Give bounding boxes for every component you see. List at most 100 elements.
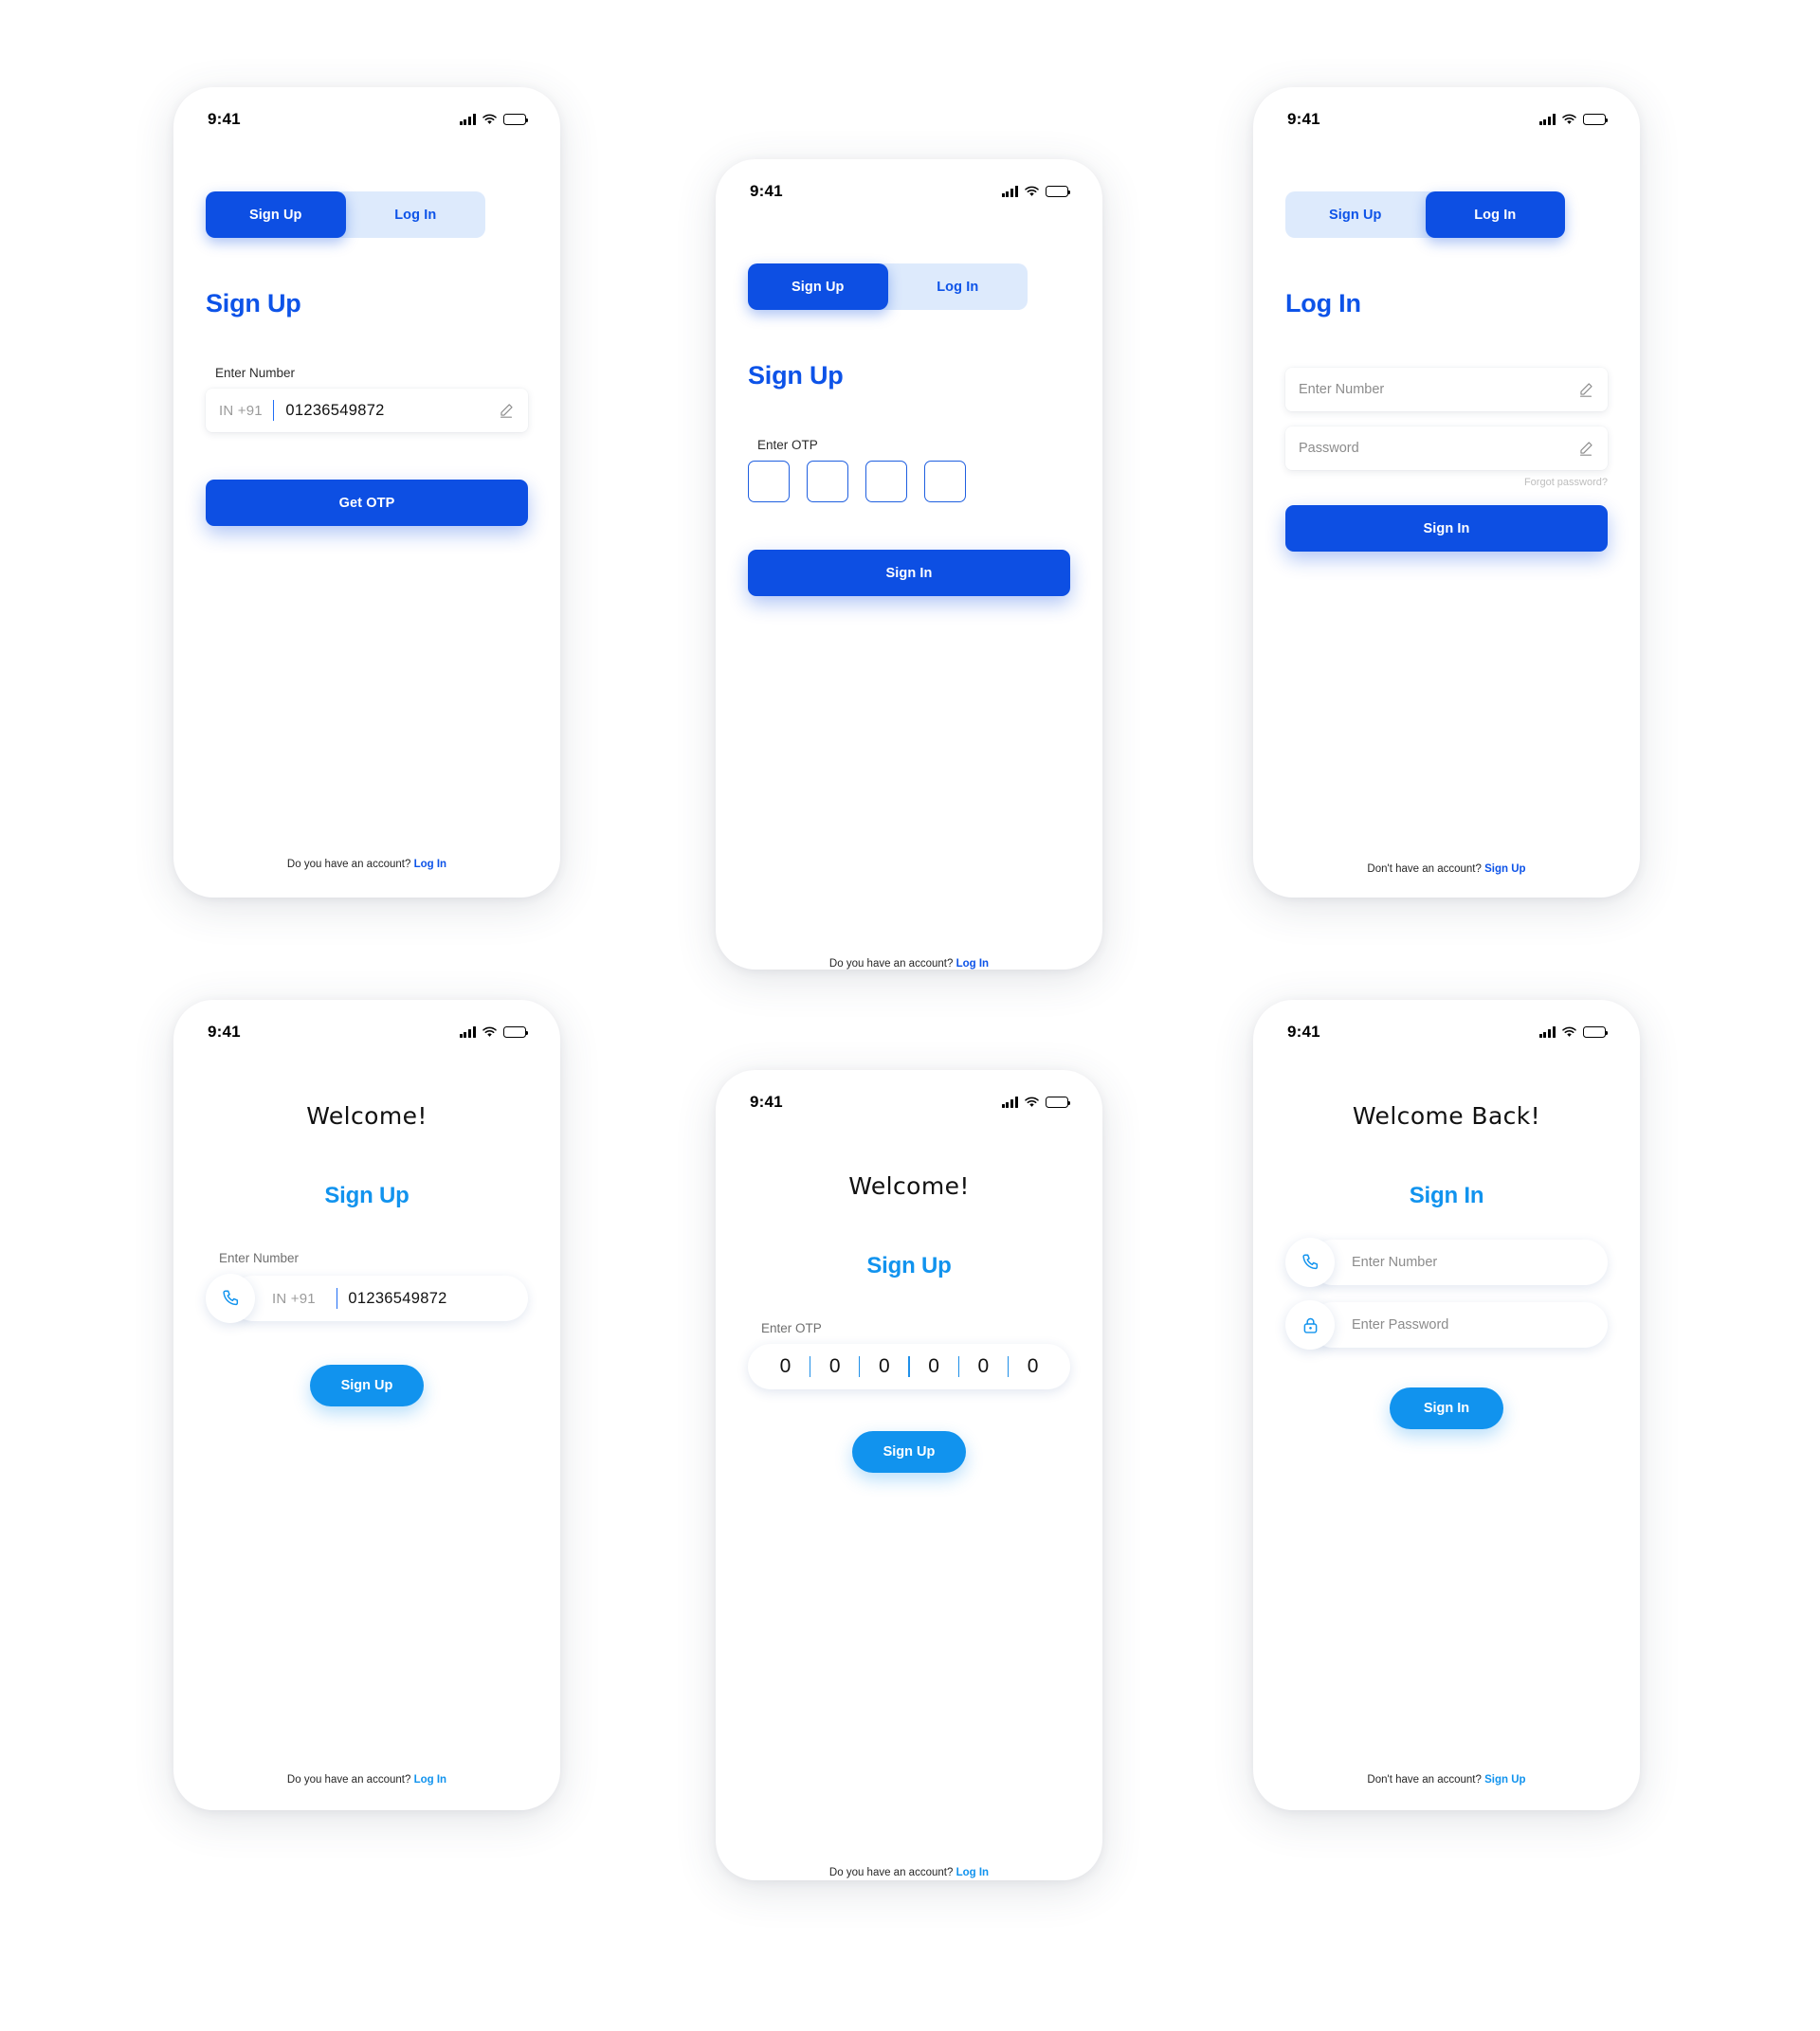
signal-bars-icon: [1001, 186, 1018, 197]
get-otp-button[interactable]: Get OTP: [206, 480, 528, 526]
otp-digit[interactable]: 0: [761, 1355, 810, 1378]
number-placeholder: Enter Number: [1352, 1255, 1438, 1270]
status-time: 9:41: [208, 110, 241, 128]
page-title: Sign Up: [748, 361, 844, 390]
footer-link-log-in[interactable]: Log In: [956, 1867, 990, 1878]
footer-link-log-in[interactable]: Log In: [414, 1774, 447, 1786]
page-subtitle: Sign Up: [324, 1183, 410, 1208]
pencil-edit-icon[interactable]: [498, 402, 515, 419]
status-icon-group: [1538, 1026, 1609, 1038]
wifi-icon: [1562, 1026, 1576, 1038]
signal-bars-icon: [459, 114, 476, 125]
tab-log-in[interactable]: Log In: [1425, 191, 1565, 238]
status-bar: 9:41: [173, 87, 560, 138]
phone-screen-welcome-signup-otp: 9:41 Welcome! Sign Up Enter OTP 0 0 0 0: [716, 1070, 1102, 1880]
password-input[interactable]: Password: [1285, 426, 1608, 470]
wifi-icon: [1025, 1097, 1039, 1108]
status-icon-group: [459, 1026, 529, 1038]
footer-note: Do you have an account? Log In: [716, 958, 1102, 970]
battery-full-icon: [1583, 1026, 1609, 1038]
number-input[interactable]: Enter Number: [1310, 1240, 1608, 1285]
tab-sign-up[interactable]: Sign Up: [1285, 191, 1426, 238]
phone-screen-signup-number: 9:41 Sign Up Log In Sign Up Enter Number…: [173, 87, 560, 898]
forgot-password-link[interactable]: Forgot password?: [1285, 477, 1608, 488]
number-input[interactable]: IN +91 01236549872: [230, 1276, 528, 1321]
screen-body: Welcome! Sign Up Enter OTP 0 0 0 0 0 0 S…: [716, 1172, 1102, 1880]
phone-icon: [1285, 1238, 1335, 1287]
battery-full-icon: [503, 114, 529, 125]
tab-sign-up[interactable]: Sign Up: [748, 263, 888, 310]
footer-link-sign-up[interactable]: Sign Up: [1484, 1774, 1525, 1786]
otp-box[interactable]: [924, 461, 966, 502]
sign-in-button[interactable]: Sign In: [1390, 1387, 1503, 1429]
otp-digit[interactable]: 0: [860, 1355, 908, 1378]
number-input[interactable]: Enter Number: [1285, 368, 1608, 411]
otp-box[interactable]: [807, 461, 848, 502]
otp-field-label: Enter OTP: [761, 1321, 822, 1335]
tab-sign-up[interactable]: Sign Up: [206, 191, 346, 238]
page-subtitle: Sign Up: [866, 1253, 952, 1278]
number-input[interactable]: IN +91 01236549872: [206, 389, 528, 432]
country-code: IN +91: [272, 1290, 316, 1307]
otp-box[interactable]: [748, 461, 790, 502]
welcome-title: Welcome!: [306, 1102, 428, 1130]
otp-input-group[interactable]: 0 0 0 0 0 0: [748, 1344, 1070, 1389]
page-title: Log In: [1285, 289, 1361, 317]
footer-note: Don't have an account? Sign Up: [1253, 1774, 1640, 1786]
footer-link-sign-up[interactable]: Sign Up: [1484, 863, 1525, 875]
number-input-row[interactable]: Enter Number: [1285, 1238, 1608, 1287]
screen-body: Welcome Back! Sign In Enter Number Enter…: [1253, 1102, 1640, 1810]
otp-digit[interactable]: 0: [959, 1355, 1008, 1378]
otp-digit[interactable]: 0: [810, 1355, 859, 1378]
screen-body: Sign Up Log In Sign Up Enter OTP Sign In…: [716, 263, 1102, 970]
phone-screen-signup-otp: 9:41 Sign Up Log In Sign Up Enter OTP Si…: [716, 159, 1102, 970]
footer-note: Don't have an account? Sign Up: [1253, 863, 1640, 875]
country-code: IN +91: [219, 402, 263, 419]
number-input-row[interactable]: IN +91 01236549872: [206, 1274, 528, 1323]
welcome-title: Welcome!: [848, 1172, 970, 1200]
status-icon-group: [459, 114, 529, 125]
status-icon-group: [1001, 1097, 1071, 1108]
sign-in-button[interactable]: Sign In: [1285, 505, 1608, 552]
page-subtitle: Sign In: [1409, 1183, 1484, 1208]
password-placeholder: Enter Password: [1352, 1317, 1449, 1333]
auth-tab-switch: Sign Up Log In: [206, 191, 485, 238]
phone-screen-welcome-back-signin: 9:41 Welcome Back! Sign In Enter Number: [1253, 1000, 1640, 1810]
footer-note: Do you have an account? Log In: [173, 1774, 560, 1786]
footer-text: Don't have an account?: [1367, 863, 1482, 875]
footer-link-log-in[interactable]: Log In: [956, 958, 990, 970]
input-divider: [336, 1288, 338, 1309]
sign-up-button[interactable]: Sign Up: [310, 1365, 424, 1406]
number-value: 01236549872: [348, 1289, 447, 1307]
password-input-row[interactable]: Enter Password: [1285, 1300, 1608, 1350]
otp-box[interactable]: [865, 461, 907, 502]
pencil-edit-icon[interactable]: [1577, 381, 1594, 398]
otp-field-label: Enter OTP: [757, 438, 818, 452]
wifi-icon: [1025, 186, 1039, 197]
otp-digit[interactable]: 0: [910, 1355, 958, 1378]
screen-body: Sign Up Log In Log In Enter Number Passw…: [1253, 191, 1640, 898]
tab-log-in[interactable]: Log In: [346, 191, 486, 238]
signal-bars-icon: [459, 1026, 476, 1038]
status-icon-group: [1538, 114, 1609, 125]
status-time: 9:41: [750, 1093, 783, 1111]
footer-text: Don't have an account?: [1367, 1774, 1482, 1786]
wifi-icon: [482, 114, 497, 125]
number-placeholder: Enter Number: [1299, 382, 1385, 397]
status-time: 9:41: [1287, 1023, 1320, 1041]
footer-note: Do you have an account? Log In: [173, 859, 560, 870]
sign-in-button[interactable]: Sign In: [748, 550, 1070, 596]
status-bar: 9:41: [1253, 1000, 1640, 1051]
otp-digit[interactable]: 0: [1009, 1355, 1057, 1378]
footer-link-log-in[interactable]: Log In: [414, 859, 447, 870]
footer-text: Do you have an account?: [828, 958, 954, 970]
footer-text: Do you have an account?: [286, 1774, 411, 1786]
page-title: Sign Up: [206, 289, 301, 317]
sign-up-button[interactable]: Sign Up: [852, 1431, 966, 1473]
number-field-label: Enter Number: [219, 1251, 300, 1265]
footer-note: Do you have an account? Log In: [716, 1867, 1102, 1878]
pencil-edit-icon[interactable]: [1577, 440, 1594, 457]
password-input[interactable]: Enter Password: [1310, 1302, 1608, 1348]
tab-log-in[interactable]: Log In: [888, 263, 1028, 310]
battery-full-icon: [1046, 1097, 1071, 1108]
